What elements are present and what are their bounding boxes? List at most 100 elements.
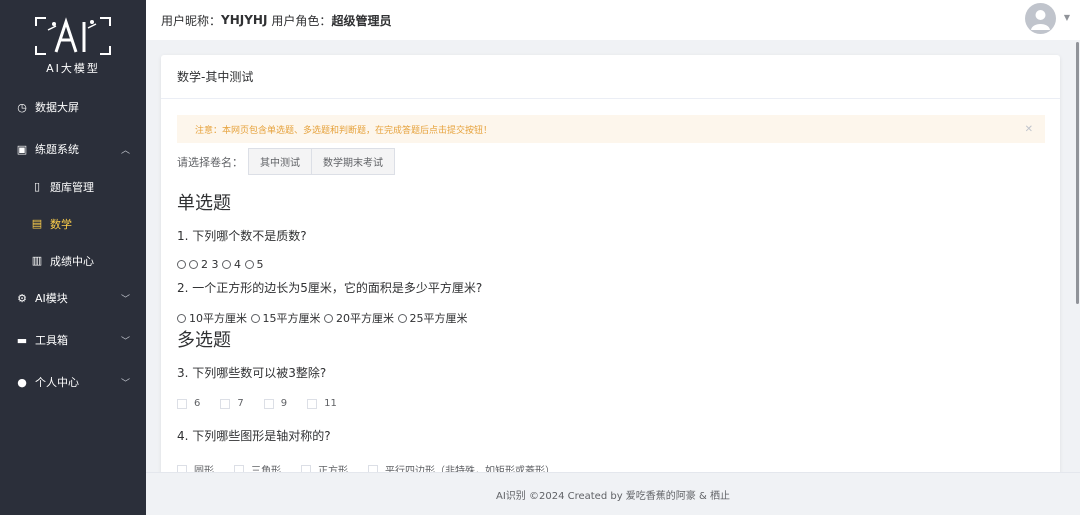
exam-card: 数学-其中测试 注意：本网页包含单选题、多选题和判断题，在完成答题后点击提交按钮…	[161, 55, 1060, 472]
question-1-options: 2 3 4 5	[177, 258, 1045, 271]
document-icon: ▤	[31, 217, 43, 230]
radio-option[interactable]	[250, 313, 260, 323]
option-label: 7	[237, 398, 244, 409]
checkbox-option[interactable]: 圆形	[177, 462, 214, 472]
dashboard-icon: ◷	[17, 100, 27, 114]
paper-button-midterm[interactable]: 其中测试	[248, 148, 312, 175]
checkbox[interactable]	[263, 398, 274, 409]
checkbox-option[interactable]: 9	[263, 398, 288, 409]
option-label: 10平方厘米	[189, 312, 247, 325]
option-label: 5	[256, 258, 264, 271]
sidebar-item-ai[interactable]: ⚙ AI模块 ﹀	[0, 279, 146, 317]
square-icon: ▯	[33, 180, 41, 193]
option-label: 圆形	[194, 466, 214, 472]
chevron-down-icon: ﹀	[120, 378, 130, 389]
sidebar-item-label: 成绩中心	[50, 254, 94, 268]
checkbox[interactable]	[301, 464, 311, 472]
logo: AI大模型	[0, 0, 146, 88]
footer: AI识别 ©2024 Created by 爱吃香蕉的阿豪 & 栖止	[146, 472, 1080, 515]
checkbox[interactable]	[307, 398, 318, 409]
checkbox-option[interactable]: 平行四边形（非特殊，如矩形或菱形）	[368, 462, 555, 472]
sidebar-item-label: AI模块	[35, 292, 68, 305]
checkbox-option[interactable]: 7	[220, 398, 244, 409]
checkbox[interactable]	[234, 464, 244, 472]
sidebar-item-profile[interactable]: ● 个人中心 ﹀	[0, 363, 146, 401]
card-title: 数学-其中测试	[161, 55, 1060, 99]
paper-label: 请选择卷名：	[177, 155, 243, 169]
option-label: 11	[324, 398, 337, 409]
option-label: 25平方厘米	[409, 312, 468, 325]
sidebar-item-math[interactable]: ▤ 数学	[0, 205, 146, 242]
role-label: 用户角色：	[271, 13, 332, 28]
scroll-thumb[interactable]	[1076, 42, 1079, 304]
scrollbar[interactable]	[1074, 40, 1080, 472]
sidebar-item-label: 题库管理	[50, 180, 94, 194]
nickname-label: 用户昵称：	[161, 13, 222, 28]
save-icon: ▣	[16, 142, 28, 156]
question-4: 4. 下列哪些图形是轴对称的?	[177, 429, 331, 443]
cpu-icon: ⚙	[17, 291, 27, 305]
sidebar-item-practice[interactable]: ▣ 练题系统 ︿	[0, 130, 146, 168]
chevron-up-icon: ︿	[120, 145, 130, 156]
option-label: 6	[194, 398, 201, 409]
option-label: 9	[280, 398, 288, 409]
sidebar: AI大模型 ◷ 数据大屏 ▣ 练题系统 ︿ ▯ 题库管理 ▤ 数学 ▥ 成绩中心…	[0, 0, 146, 515]
checkbox[interactable]	[368, 464, 378, 472]
checkbox[interactable]	[177, 464, 187, 472]
option-label: 3	[211, 258, 219, 271]
caret-down-icon[interactable]: ▼	[1064, 13, 1070, 22]
checkbox-option[interactable]: 6	[177, 398, 200, 409]
radio-option[interactable]	[324, 313, 333, 323]
option-label: 2	[201, 258, 208, 271]
option-label: 15平方厘米	[262, 312, 321, 325]
question-3: 3. 下列哪些数可以被3整除?	[177, 366, 327, 380]
logo-text: AI大模型	[46, 62, 100, 75]
checkbox-option[interactable]: 11	[307, 398, 337, 409]
user-icon: ●	[17, 375, 27, 389]
paper-select-row: 请选择卷名： 其中测试 数学期末考试	[177, 148, 1045, 175]
question-2-options: 10平方厘米 15平方厘米 20平方厘米 25平方厘米	[177, 310, 1045, 326]
radio-option[interactable]	[189, 260, 198, 269]
multi-choice-title: 多选题	[177, 330, 231, 351]
card-body: 注意：本网页包含单选题、多选题和判断题，在完成答题后点击提交按钮！ ✕ 请选择卷…	[161, 99, 1060, 472]
alert-text: 注意：本网页包含单选题、多选题和判断题，在完成答题后点击提交按钮！	[195, 125, 493, 136]
checkbox[interactable]	[220, 398, 231, 409]
chevron-down-icon: ﹀	[120, 336, 130, 347]
question-1: 1. 下列哪个数不是质数?	[177, 229, 307, 243]
sidebar-item-label: 练题系统	[35, 143, 79, 156]
checkbox-option[interactable]: 正方形	[301, 462, 348, 472]
sidebar-item-scores[interactable]: ▥ 成绩中心	[0, 242, 146, 279]
checkbox-option[interactable]: 三角形	[234, 462, 281, 472]
notice-alert: 注意：本网页包含单选题、多选题和判断题，在完成答题后点击提交按钮！ ✕	[177, 115, 1045, 143]
toolbox-icon: ▬	[16, 333, 28, 347]
radio-option[interactable]	[244, 260, 254, 269]
option-label: 平行四边形（非特殊，如矩形或菱形）	[385, 466, 555, 472]
sidebar-item-question-bank[interactable]: ▯ 题库管理	[0, 168, 146, 205]
radio-option[interactable]	[177, 313, 186, 323]
paper-button-final[interactable]: 数学期末考试	[311, 148, 395, 175]
avatar[interactable]	[1025, 3, 1056, 34]
radio-option[interactable]	[177, 260, 186, 269]
nickname: YHJYHJ	[221, 13, 268, 27]
copy-icon: ▥	[31, 254, 43, 267]
sidebar-item-toolbox[interactable]: ▬ 工具箱 ﹀	[0, 321, 146, 359]
single-choice-title: 单选题	[177, 193, 231, 214]
role: 超级管理员	[331, 13, 392, 28]
chevron-down-icon: ﹀	[120, 294, 130, 305]
option-label: 20平方厘米	[336, 312, 394, 325]
checkbox[interactable]	[177, 398, 187, 409]
close-icon[interactable]: ✕	[1025, 124, 1033, 135]
sidebar-item-dashboard[interactable]: ◷ 数据大屏	[0, 88, 146, 126]
footer-text: AI识别 ©2024 Created by 爱吃香蕉的阿豪 & 栖止	[496, 490, 730, 502]
main-content: 数学-其中测试 注意：本网页包含单选题、多选题和判断题，在完成答题后点击提交按钮…	[146, 40, 1080, 472]
radio-option[interactable]	[222, 260, 231, 269]
option-label: 正方形	[318, 466, 348, 472]
sidebar-item-label: 个人中心	[35, 376, 79, 389]
sidebar-item-label: 数学	[50, 217, 72, 231]
sidebar-item-label: 数据大屏	[35, 101, 79, 114]
question-2: 2. 一个正方形的边长为5厘米，它的面积是多少平方厘米?	[177, 281, 483, 295]
user-avatar-icon	[1031, 10, 1050, 30]
question-3-options: 6 7 9 11	[177, 398, 1045, 409]
radio-option[interactable]	[397, 313, 407, 323]
question-4-options: 圆形 三角形 正方形 平行四边形（非特殊，如矩形或菱形）	[177, 462, 1045, 472]
